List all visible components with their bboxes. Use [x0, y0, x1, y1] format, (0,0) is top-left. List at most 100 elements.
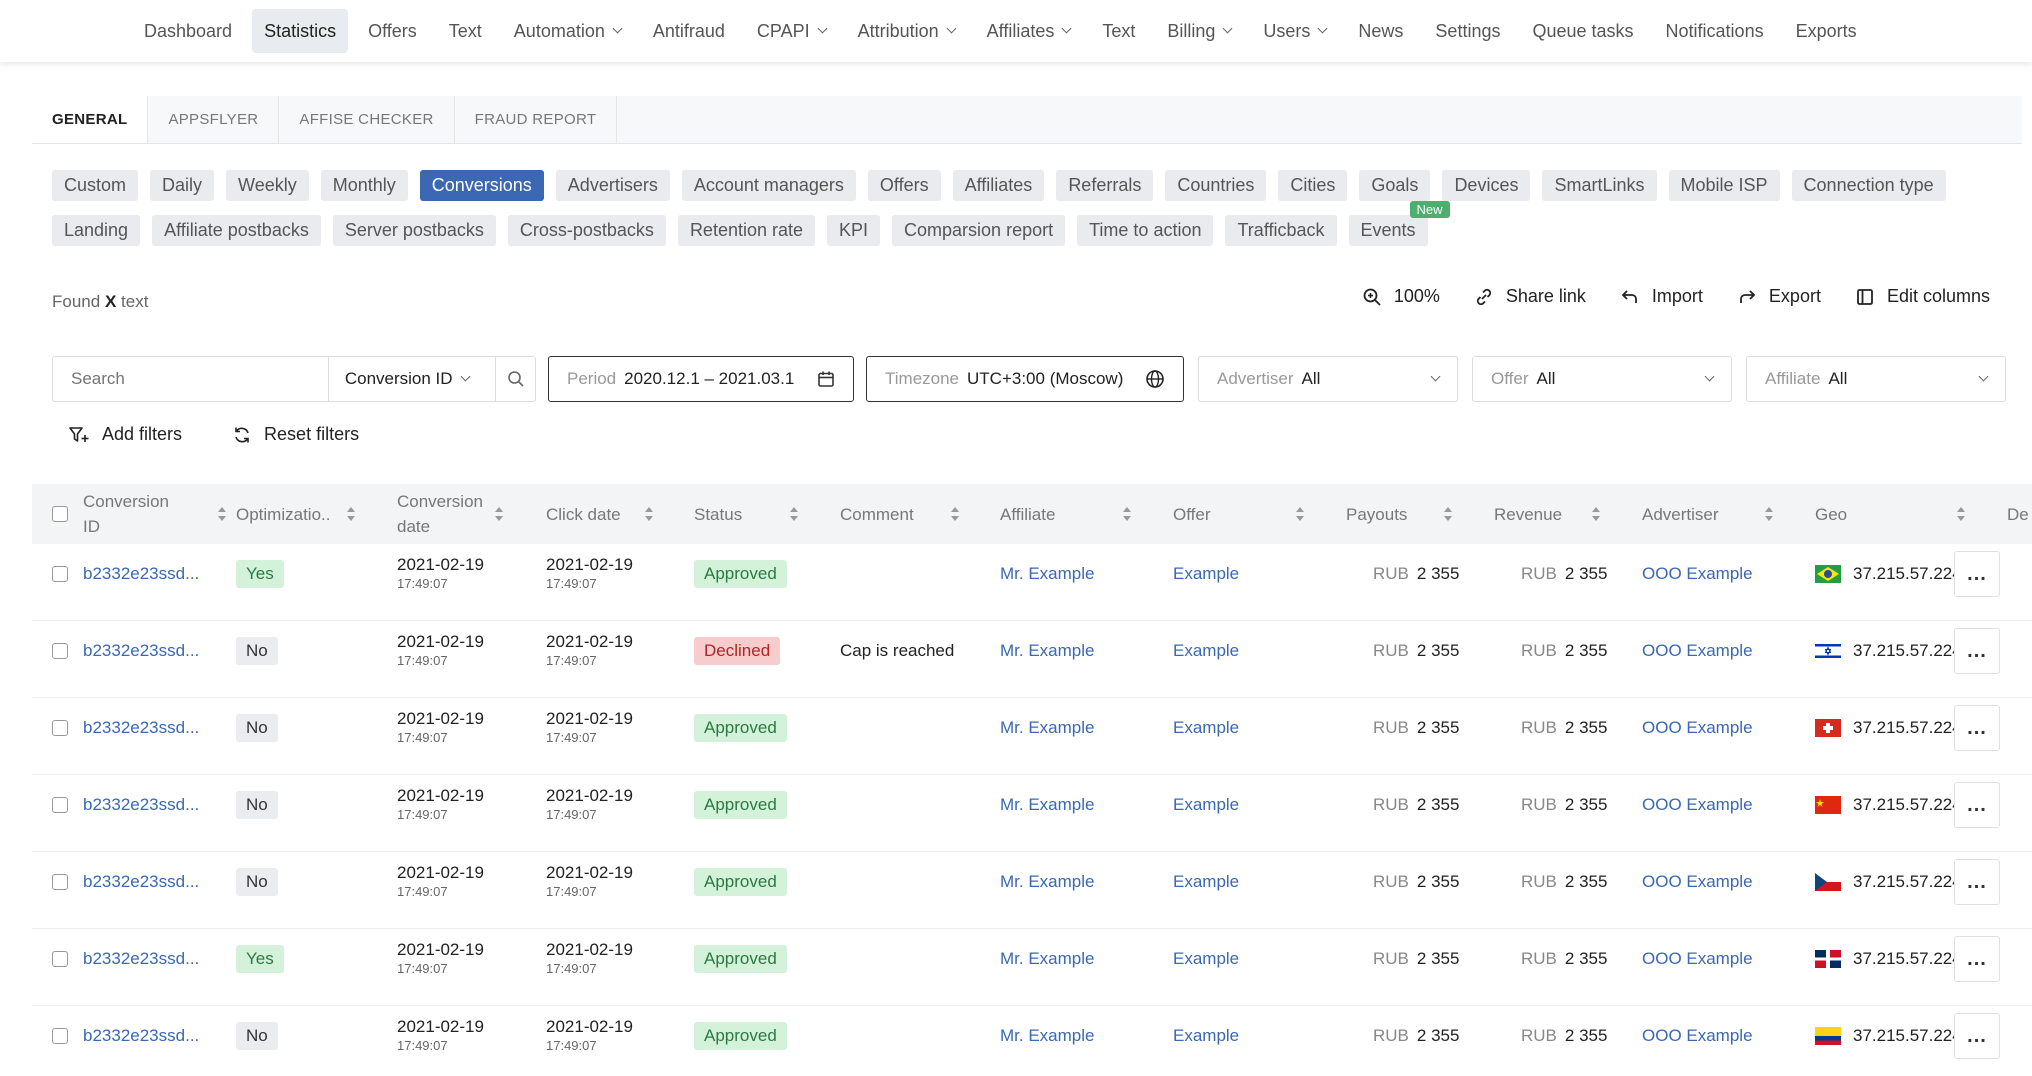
import-button[interactable]: Import — [1620, 286, 1703, 307]
report-type-cities[interactable]: Cities — [1278, 170, 1348, 201]
nav-item-automation[interactable]: Automation — [502, 9, 633, 53]
offer-link[interactable]: Example — [1173, 929, 1239, 989]
report-type-smartlinks[interactable]: SmartLinks — [1542, 170, 1657, 201]
conversion-id-link[interactable]: b2332e23ssd... — [83, 1006, 199, 1066]
report-type-conversions[interactable]: Conversions — [419, 170, 544, 201]
conversion-id-link[interactable]: b2332e23ssd... — [83, 621, 199, 681]
search-button[interactable] — [495, 357, 535, 401]
conversion-id-link[interactable]: b2332e23ssd... — [83, 929, 199, 989]
offer-link[interactable]: Example — [1173, 698, 1239, 758]
conversion-id-link[interactable]: b2332e23ssd... — [83, 852, 199, 912]
report-type-affiliates[interactable]: Affiliates — [952, 170, 1045, 201]
report-type-time-to-action[interactable]: Time to action — [1077, 215, 1214, 246]
row-more-button[interactable]: ... — [1954, 782, 2000, 828]
report-type-affiliate-postbacks[interactable]: Affiliate postbacks — [152, 215, 321, 246]
offer-link[interactable]: Example — [1173, 544, 1239, 604]
column-header-status[interactable]: Status — [694, 484, 742, 544]
report-type-advertisers[interactable]: Advertisers — [555, 170, 670, 201]
column-header-click-date[interactable]: Click date — [546, 484, 621, 544]
report-type-custom[interactable]: Custom — [52, 170, 139, 201]
report-type-connection-type[interactable]: Connection type — [1791, 170, 1946, 201]
tab-affise-checker[interactable]: AFFISE CHECKER — [279, 96, 455, 143]
period-picker[interactable]: Period 2020.12.1 – 2021.03.1 — [548, 356, 854, 402]
nav-item-statistics[interactable]: Statistics — [252, 9, 349, 53]
column-header-advertiser[interactable]: Advertiser — [1642, 484, 1719, 544]
advertiser-link[interactable]: OOO Example — [1642, 929, 1753, 989]
tab-appsflyer[interactable]: APPSFLYER — [148, 96, 280, 143]
report-type-kpi[interactable]: KPI — [827, 215, 881, 246]
report-type-landing[interactable]: Landing — [52, 215, 141, 246]
nav-item-settings[interactable]: Settings — [1423, 9, 1512, 53]
advertiser-link[interactable]: OOO Example — [1642, 544, 1753, 604]
row-more-button[interactable]: ... — [1954, 705, 2000, 751]
affiliate-link[interactable]: Mr. Example — [1000, 1006, 1094, 1066]
nav-item-text[interactable]: Text — [1090, 9, 1147, 53]
export-button[interactable]: Export — [1737, 286, 1821, 307]
report-type-offers[interactable]: Offers — [867, 170, 941, 201]
search-input[interactable] — [53, 357, 328, 401]
column-header-conversion-date[interactable]: Conversion date — [397, 484, 497, 544]
affiliate-link[interactable]: Mr. Example — [1000, 929, 1094, 989]
conversion-id-link[interactable]: b2332e23ssd... — [83, 544, 199, 604]
report-type-account-managers[interactable]: Account managers — [681, 170, 856, 201]
report-type-trafficback[interactable]: Trafficback — [1225, 215, 1337, 246]
nav-item-cpapi[interactable]: CPAPI — [745, 9, 838, 53]
tab-general[interactable]: GENERAL — [32, 96, 149, 143]
column-header-revenue[interactable]: Revenue — [1494, 484, 1562, 544]
column-header-comment[interactable]: Comment — [840, 484, 914, 544]
conversion-id-link[interactable]: b2332e23ssd... — [83, 775, 199, 835]
row-more-button[interactable]: ... — [1954, 859, 2000, 905]
report-type-countries[interactable]: Countries — [1165, 170, 1267, 201]
column-header-conversion-id[interactable]: Conversion ID — [83, 484, 226, 544]
report-type-cross-postbacks[interactable]: Cross-postbacks — [507, 215, 666, 246]
offer-select[interactable]: Offer All — [1472, 356, 1732, 402]
nav-item-exports[interactable]: Exports — [1784, 9, 1869, 53]
advertiser-link[interactable]: OOO Example — [1642, 1006, 1753, 1066]
column-header-offer[interactable]: Offer — [1173, 484, 1210, 544]
tab-fraud-report[interactable]: FRAUD REPORT — [455, 96, 618, 143]
advertiser-link[interactable]: OOO Example — [1642, 852, 1753, 912]
affiliate-link[interactable]: Mr. Example — [1000, 621, 1094, 681]
affiliate-select[interactable]: Affiliate All — [1746, 356, 2006, 402]
row-checkbox[interactable] — [52, 621, 68, 681]
report-type-devices[interactable]: Devices — [1442, 170, 1531, 201]
report-type-comparsion-report[interactable]: Comparsion report — [892, 215, 1066, 246]
edit-columns-button[interactable]: Edit columns — [1855, 286, 1990, 307]
nav-item-attribution[interactable]: Attribution — [846, 9, 967, 53]
row-checkbox[interactable] — [52, 852, 68, 912]
conversion-id-link[interactable]: b2332e23ssd... — [83, 698, 199, 758]
nav-item-affiliates[interactable]: Affiliates — [975, 9, 1083, 53]
affiliate-link[interactable]: Mr. Example — [1000, 544, 1094, 604]
report-type-retention-rate[interactable]: Retention rate — [677, 215, 816, 246]
report-type-monthly[interactable]: Monthly — [320, 170, 408, 201]
nav-item-news[interactable]: News — [1346, 9, 1415, 53]
report-type-weekly[interactable]: Weekly — [226, 170, 309, 201]
nav-item-queue-tasks[interactable]: Queue tasks — [1520, 9, 1645, 53]
offer-link[interactable]: Example — [1173, 852, 1239, 912]
column-header-optimization[interactable]: Optimizatio.. — [236, 484, 330, 544]
affiliate-link[interactable]: Mr. Example — [1000, 852, 1094, 912]
search-type-select[interactable]: Conversion ID — [327, 357, 495, 401]
reset-filters-button[interactable]: Reset filters — [232, 424, 359, 445]
report-type-goals[interactable]: Goals — [1359, 170, 1431, 201]
report-type-mobile-isp[interactable]: Mobile ISP — [1668, 170, 1780, 201]
row-checkbox[interactable] — [52, 698, 68, 758]
row-more-button[interactable]: ... — [1954, 628, 2000, 674]
select-all-checkbox[interactable] — [52, 484, 68, 544]
nav-item-notifications[interactable]: Notifications — [1654, 9, 1776, 53]
advertiser-select[interactable]: Advertiser All — [1198, 356, 1458, 402]
affiliate-link[interactable]: Mr. Example — [1000, 775, 1094, 835]
advertiser-link[interactable]: OOO Example — [1642, 698, 1753, 758]
affiliate-link[interactable]: Mr. Example — [1000, 698, 1094, 758]
row-checkbox[interactable] — [52, 544, 68, 604]
timezone-picker[interactable]: Timezone UTC+3:00 (Moscow) — [866, 356, 1184, 402]
advertiser-link[interactable]: OOO Example — [1642, 621, 1753, 681]
zoom-button[interactable]: 100% — [1362, 286, 1440, 307]
nav-item-billing[interactable]: Billing — [1155, 9, 1243, 53]
nav-item-antifraud[interactable]: Antifraud — [641, 9, 737, 53]
nav-item-dashboard[interactable]: Dashboard — [132, 9, 244, 53]
row-checkbox[interactable] — [52, 1006, 68, 1066]
report-type-referrals[interactable]: Referrals — [1056, 170, 1154, 201]
report-type-daily[interactable]: Daily — [150, 170, 215, 201]
column-header-affiliate[interactable]: Affiliate — [1000, 484, 1055, 544]
